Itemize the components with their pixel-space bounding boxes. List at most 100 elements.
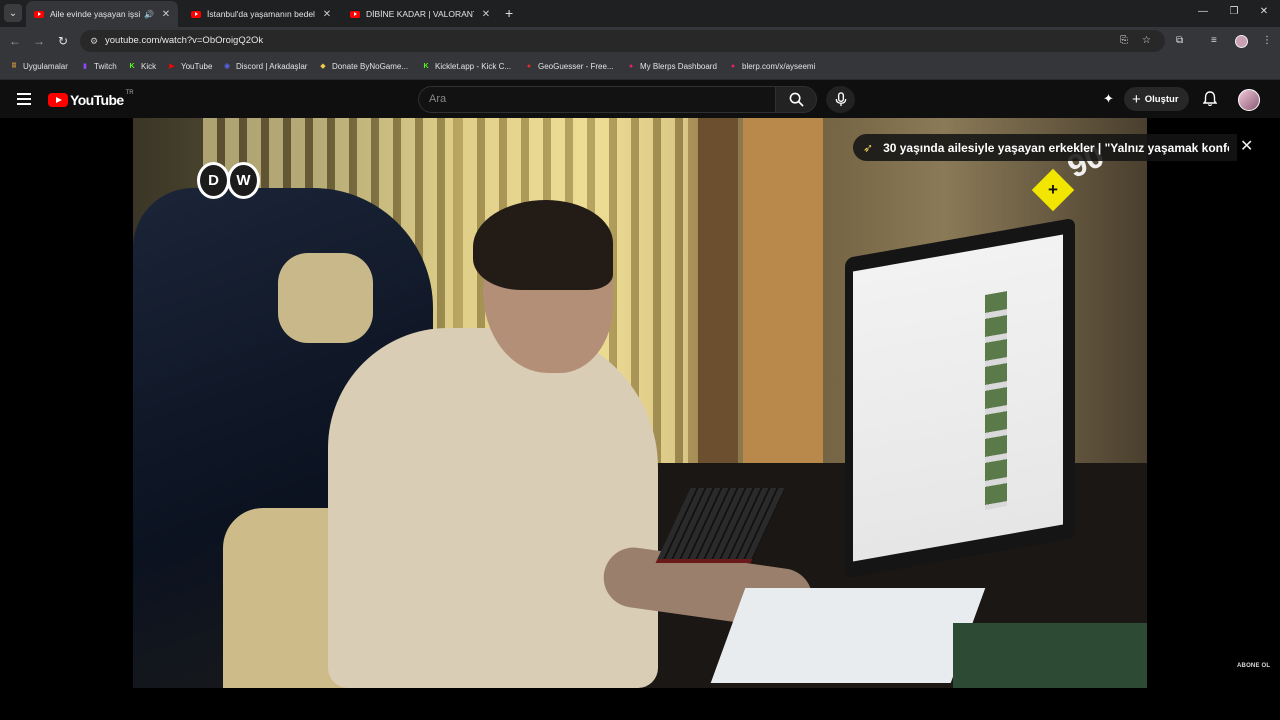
bookmark-item[interactable]: ⠿ Uygulamalar — [9, 61, 68, 71]
kick-icon: K — [129, 62, 135, 70]
bookmark-label: YouTube — [181, 61, 213, 71]
monitor-screen — [853, 234, 1063, 562]
reload-icon[interactable]: ↻ — [56, 34, 70, 48]
tab-title: Aile evinde yaşayan işsiz erk — [50, 9, 140, 19]
cabinet — [743, 118, 823, 468]
bookmark-item[interactable]: ● GeoGuesser - Free... — [524, 61, 614, 71]
tab-2[interactable]: İstanbul'da yaşamanın bedeli: " ✕ — [183, 1, 339, 27]
bookmark-item[interactable]: K Kick — [127, 61, 156, 71]
bookmark-label: Discord | Arkadaşlar — [236, 61, 308, 71]
new-tab-plus-icon[interactable]: + — [505, 5, 513, 21]
account-avatar[interactable] — [1238, 89, 1260, 111]
premium-sparkle-icon[interactable]: ✦ — [1103, 91, 1114, 107]
back-arrow-icon[interactable]: ← — [8, 34, 22, 48]
audio-playing-icon[interactable]: 🔊 — [144, 10, 154, 19]
country-code: TR — [125, 90, 134, 96]
paper-sheet — [710, 588, 986, 683]
apps-grid-icon: ⠿ — [11, 63, 17, 70]
tab-title: İstanbul'da yaşamanın bedeli: " — [207, 9, 315, 19]
blerp-icon: ● — [628, 62, 634, 70]
bookmark-label: Donate ByNoGame... — [332, 61, 409, 71]
browser-toolbar: ← → ↻ ⚙ youtube.com/watch?v=ObOroigQ2Ok … — [0, 27, 1280, 55]
bookshelf — [698, 118, 738, 468]
create-button[interactable]: + Oluştur — [1124, 87, 1189, 111]
search-button[interactable] — [775, 86, 817, 113]
bookmark-label: Uygulamalar — [23, 61, 68, 71]
site-info-icon[interactable]: ⚙ — [88, 35, 100, 47]
dw-logo-letter: D — [197, 162, 230, 199]
youtube-favicon-icon — [191, 10, 201, 18]
search-icon — [789, 92, 804, 107]
youtube-icon: ▶ — [169, 63, 175, 70]
close-tab-icon[interactable]: ✕ — [480, 9, 492, 20]
kicklet-icon: K — [423, 62, 429, 70]
close-tab-icon[interactable]: ✕ — [160, 9, 172, 20]
bookmark-item[interactable]: ▶ YouTube — [167, 61, 212, 71]
bookmark-label: My Blerps Dashboard — [640, 61, 717, 71]
url-text[interactable]: youtube.com/watch?v=ObOroigQ2Ok — [105, 35, 263, 46]
youtube-play-logo-icon — [48, 93, 68, 107]
plus-badge-icon: + — [1048, 180, 1058, 199]
create-label: Oluştur — [1144, 93, 1179, 105]
video-player[interactable]: D W + 90 ➶ 30 yaşında ailesiyle yaşayan … — [0, 118, 1280, 720]
extensions-puzzle-icon[interactable]: ⧉ — [1176, 35, 1183, 47]
bookmark-item[interactable]: ◆ Donate ByNoGame... — [318, 61, 408, 71]
monitor-thumbnails — [985, 291, 1007, 510]
video-frame[interactable]: D W + 90 — [133, 118, 1147, 688]
person-hair — [473, 200, 613, 290]
plus-icon: + — [1132, 90, 1141, 108]
youtube-logo[interactable]: YouTube TR — [48, 90, 134, 108]
install-app-icon[interactable]: ⎘ — [1120, 35, 1128, 47]
bookmark-label: blerp.com/x/ayseemi — [742, 61, 816, 71]
rocket-icon: ➶ — [863, 140, 874, 155]
youtube-header: YouTube TR ✦ + Oluştur — [0, 81, 1280, 118]
geoguessr-icon: ● — [526, 62, 532, 70]
notifications-bell-icon[interactable] — [1202, 91, 1218, 111]
chair-cushion — [278, 253, 373, 343]
tab-title: DİBİNE KADAR | VALORANT ED — [366, 9, 474, 19]
bookmark-item[interactable]: ▮ Twitch — [80, 61, 117, 71]
close-icon[interactable]: ✕ — [1240, 138, 1253, 156]
bookmark-item[interactable]: ◉ Discord | Arkadaşlar — [222, 61, 308, 71]
tab-search-chevron-icon[interactable]: ⌄ — [4, 4, 22, 22]
bookmarks-bar: ⠿ Uygulamalar ▮ Twitch K Kick ▶ YouTube ◉ Discord… — [0, 55, 1280, 80]
window-close-icon[interactable]: ✕ — [1257, 6, 1271, 17]
bookmark-star-icon[interactable]: ☆ — [1142, 35, 1151, 47]
dw-channel-logo: D W — [197, 162, 260, 199]
logo-wordmark: YouTube — [70, 92, 124, 108]
browser-menu-icon[interactable]: ⋮ — [1262, 35, 1272, 47]
bookmark-label: Twitch — [94, 61, 117, 71]
blerp-icon: ● — [730, 62, 736, 70]
hamburger-menu-icon[interactable] — [17, 93, 31, 105]
bookmark-label: Kicklet.app - Kick C... — [435, 61, 512, 71]
subscribe-watermark[interactable]: ABONE OL — [1237, 663, 1270, 669]
search-input[interactable] — [429, 93, 759, 105]
minimize-icon[interactable]: — — [1196, 6, 1210, 17]
youtube-favicon-icon — [34, 10, 44, 18]
bookmark-label: GeoGuesser - Free... — [538, 61, 614, 71]
microphone-icon — [835, 92, 846, 107]
browser-tab-strip: ⌄ Aile evinde yaşayan işsiz erk 🔊 ✕ İsta… — [0, 0, 1280, 27]
close-tab-icon[interactable]: ✕ — [321, 9, 333, 20]
discord-icon: ◉ — [223, 63, 231, 70]
suggested-video-title[interactable]: 30 yaşında ailesiyle yaşayan erkekler | … — [883, 141, 1229, 155]
twitch-icon: ▮ — [83, 63, 87, 70]
tab-active[interactable]: Aile evinde yaşayan işsiz erk 🔊 ✕ — [26, 1, 178, 27]
bookmark-item[interactable]: K Kicklet.app - Kick C... — [421, 61, 511, 71]
media-controls-icon[interactable]: ≡ — [1211, 35, 1217, 47]
dw-logo-letter: W — [227, 162, 260, 199]
tab-3[interactable]: DİBİNE KADAR | VALORANT ED ✕ — [342, 1, 498, 27]
bookmark-item[interactable]: ● blerp.com/x/ayseemi — [728, 61, 815, 71]
forward-arrow-icon[interactable]: → — [32, 34, 46, 48]
restore-icon[interactable]: ❐ — [1227, 6, 1241, 17]
book — [953, 623, 1147, 688]
person-torso — [328, 328, 658, 688]
address-bar[interactable]: ⚙ youtube.com/watch?v=ObOroigQ2Ok ⎘ ☆ — [80, 30, 1165, 52]
bookmark-label: Kick — [141, 61, 157, 71]
suggested-video-banner[interactable]: ➶ 30 yaşında ailesiyle yaşayan erkekler … — [853, 134, 1237, 161]
search-box[interactable] — [418, 86, 775, 113]
bookmark-item[interactable]: ● My Blerps Dashboard — [626, 61, 717, 71]
browser-profile-avatar[interactable] — [1235, 35, 1248, 48]
youtube-favicon-icon — [350, 10, 360, 18]
voice-search-button[interactable] — [826, 86, 855, 113]
